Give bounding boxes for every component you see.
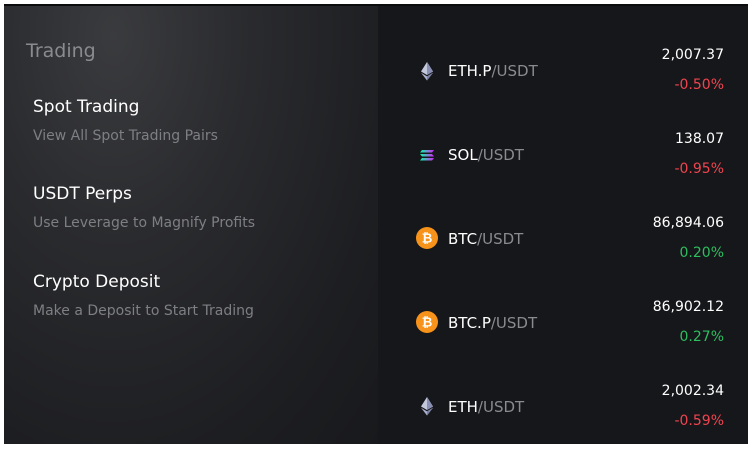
menu-item-crypto-deposit[interactable]: Crypto Deposit Make a Deposit to Start T…	[33, 271, 254, 320]
menu-item-title: USDT Perps	[33, 184, 132, 204]
pair-base: SOL	[448, 146, 478, 164]
pair-name: ETH.P/USDT	[448, 62, 538, 80]
menu-item-subtitle: Make a Deposit to Start Trading	[33, 303, 254, 319]
last-price: 2,007.37	[661, 47, 724, 63]
price-change: -0.95%	[674, 161, 724, 177]
price-change: 0.20%	[679, 245, 724, 261]
menu-item-usdt-perps[interactable]: USDT Perps Use Leverage to Magnify Profi…	[33, 183, 255, 232]
market-row-eth[interactable]: ETH/USDT 2,002.34 -0.59%	[378, 366, 748, 444]
last-price: 2,002.34	[661, 383, 724, 399]
pair-base: BTC.P	[448, 314, 491, 332]
market-list: ETH.P/USDT 2,007.37 -0.50% SOL/USDT 138.…	[378, 6, 748, 444]
pair-quote: /USDT	[490, 314, 538, 332]
price-change: -0.59%	[674, 413, 724, 429]
menu-item-spot-trading[interactable]: Spot Trading View All Spot Trading Pairs	[33, 96, 218, 145]
last-price: 86,902.12	[652, 299, 724, 315]
pair-quote: /USDT	[477, 398, 525, 416]
pair-base: BTC	[448, 230, 478, 248]
menu-item-title: Crypto Deposit	[33, 272, 161, 292]
price-change: -0.50%	[674, 77, 724, 93]
menu-item-subtitle: Use Leverage to Magnify Profits	[33, 215, 255, 231]
menu-item-title: Spot Trading	[33, 97, 140, 117]
price-change: 0.27%	[679, 329, 724, 345]
pair-quote: /USDT	[477, 230, 524, 248]
market-row-eth-perp[interactable]: ETH.P/USDT 2,007.37 -0.50%	[378, 30, 748, 110]
pair-name: BTC.P/USDT	[448, 314, 537, 332]
pair-base: ETH	[448, 398, 478, 416]
pair-name: ETH/USDT	[448, 398, 524, 416]
pair-quote: /USDT	[491, 62, 538, 80]
menu-item-subtitle: View All Spot Trading Pairs	[33, 128, 218, 144]
section-title: Trading	[26, 40, 96, 62]
market-row-sol[interactable]: SOL/USDT 138.07 -0.95%	[378, 114, 748, 194]
btc-icon: ₿	[416, 227, 438, 249]
last-price: 138.07	[675, 131, 724, 147]
pair-name: SOL/USDT	[448, 146, 524, 164]
btc-icon: ₿	[416, 311, 438, 333]
pair-name: BTC/USDT	[448, 230, 523, 248]
eth-icon	[421, 397, 433, 416]
eth-icon	[421, 62, 433, 81]
market-row-btc-perp[interactable]: ₿ BTC.P/USDT 86,902.12 0.27%	[378, 282, 748, 362]
sol-icon	[420, 150, 434, 161]
trading-dropdown-panel: Trading Spot Trading View All Spot Tradi…	[4, 4, 748, 444]
trading-menu: Trading Spot Trading View All Spot Tradi…	[4, 6, 378, 444]
pair-base: ETH.P	[448, 62, 492, 80]
last-price: 86,894.06	[652, 215, 724, 231]
market-row-btc[interactable]: ₿ BTC/USDT 86,894.06 0.20%	[378, 198, 748, 278]
pair-quote: /USDT	[477, 146, 524, 164]
svg-text:₿: ₿	[422, 316, 433, 331]
svg-text:₿: ₿	[422, 232, 433, 247]
